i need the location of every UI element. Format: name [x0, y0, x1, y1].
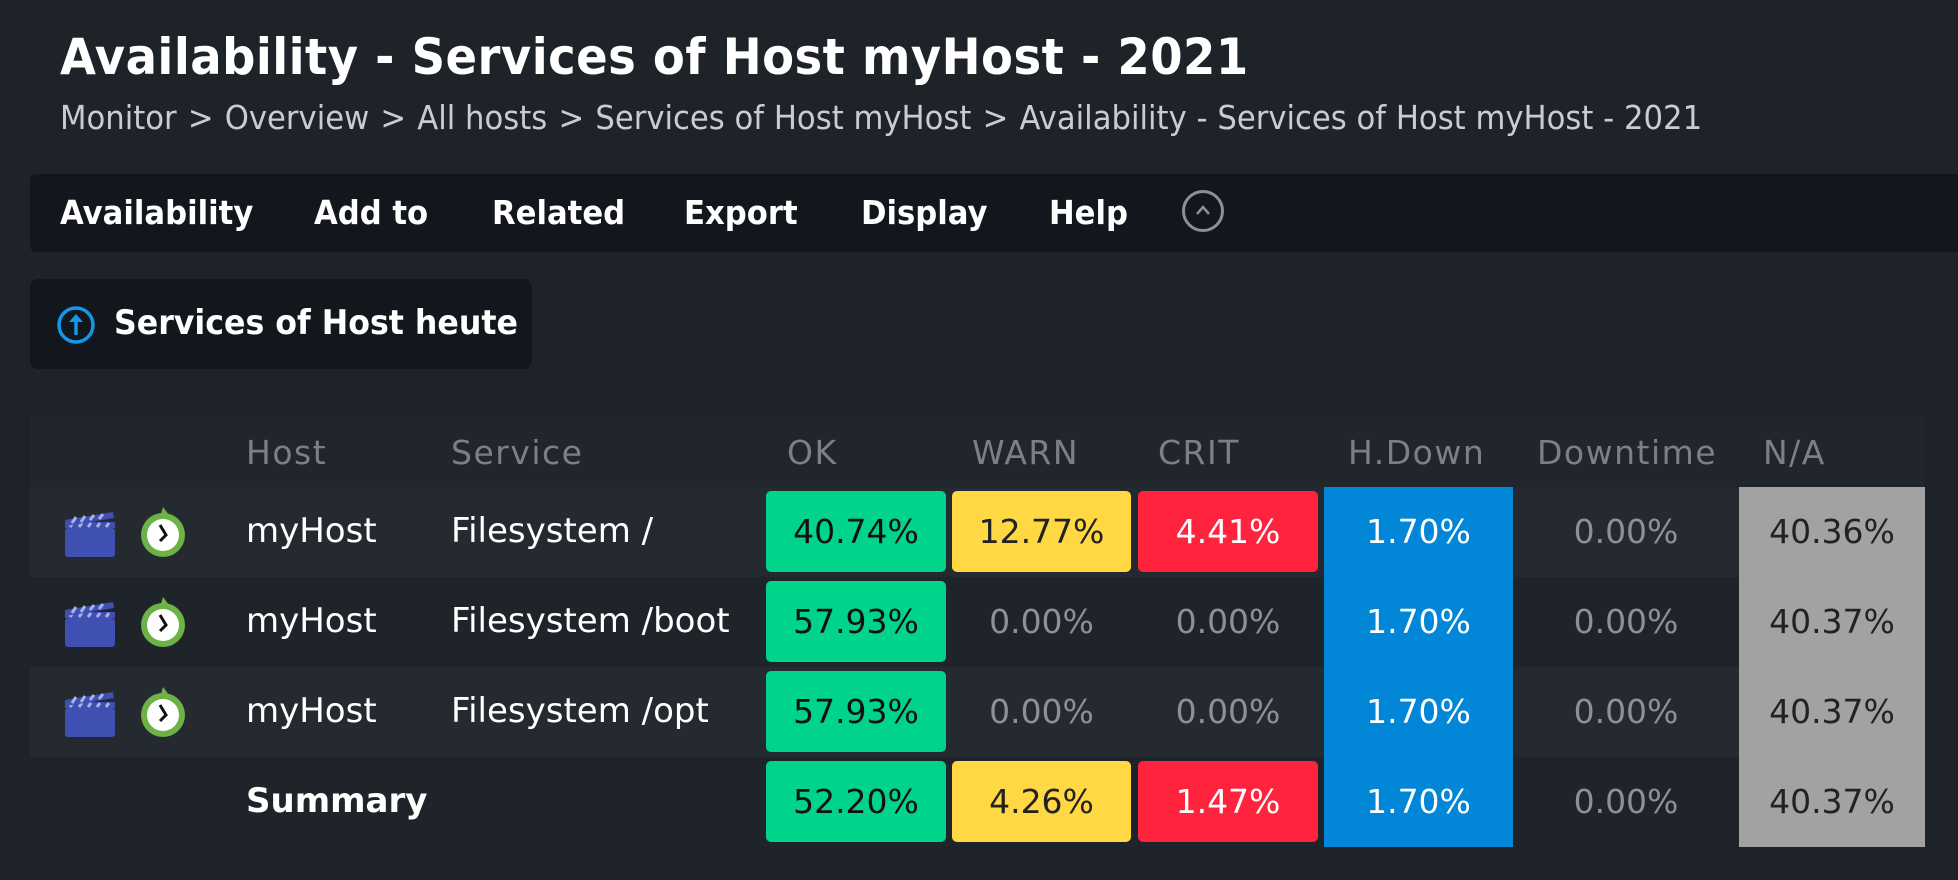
page-menu-bar: Availability Add to Related Export Displ…	[30, 174, 1958, 252]
host-name-link[interactable]: myHost	[246, 511, 377, 551]
services-of-host-today-button[interactable]: Services of Host heute	[30, 279, 532, 369]
chevron-up-icon	[1196, 205, 1210, 215]
timeline-icon[interactable]	[64, 512, 116, 558]
ok-value: 40.74%	[766, 491, 946, 572]
availability-table: Host Service OK WARN CRIT H.Down Downtim…	[30, 415, 1925, 847]
column-header-host-down: H.Down	[1348, 433, 1486, 472]
breadcrumb-overview[interactable]: Overview	[225, 98, 369, 137]
availability-clock-icon[interactable]	[136, 595, 190, 651]
host-down-value: 1.70%	[1324, 667, 1513, 757]
host-down-value: 1.70%	[1324, 487, 1513, 577]
summary-downtime-value: 0.00%	[1573, 782, 1679, 821]
service-name-link[interactable]: Filesystem /	[451, 511, 653, 551]
summary-crit-value: 1.47%	[1138, 761, 1318, 842]
table-row: myHost Filesystem / 40.74% 12.77% 4.41% …	[30, 487, 1925, 577]
column-header-warn: WARN	[972, 433, 1080, 472]
ok-value: 57.93%	[766, 671, 946, 752]
availability-clock-icon[interactable]	[136, 685, 190, 741]
breadcrumb-separator: >	[187, 98, 214, 137]
availability-clock-icon[interactable]	[136, 505, 190, 561]
crit-value: 0.00%	[1175, 692, 1281, 731]
table-row: myHost Filesystem /boot 57.93% 0.00% 0.0…	[30, 577, 1925, 667]
column-header-na: N/A	[1763, 433, 1826, 472]
host-name-link[interactable]: myHost	[246, 601, 377, 641]
na-value: 40.37%	[1739, 667, 1925, 757]
column-header-crit: CRIT	[1158, 433, 1240, 472]
breadcrumb-all-hosts[interactable]: All hosts	[417, 98, 547, 137]
summary-na-value: 40.37%	[1739, 757, 1925, 847]
warn-value: 12.77%	[952, 491, 1131, 572]
service-name-link[interactable]: Filesystem /opt	[451, 691, 709, 731]
menu-export[interactable]: Export	[684, 193, 798, 232]
breadcrumb-separator: >	[558, 98, 585, 137]
services-of-host-today-label: Services of Host heute	[114, 303, 518, 343]
host-name-link[interactable]: myHost	[246, 691, 377, 731]
menu-related[interactable]: Related	[492, 193, 625, 232]
column-header-downtime: Downtime	[1537, 433, 1718, 472]
breadcrumb-monitor[interactable]: Monitor	[60, 98, 177, 137]
downtime-value: 0.00%	[1573, 602, 1679, 641]
timeline-icon[interactable]	[64, 692, 116, 738]
summary-ok-value: 52.20%	[766, 761, 946, 842]
collapse-menu-button[interactable]	[1182, 190, 1224, 232]
na-value: 40.37%	[1739, 577, 1925, 667]
page-title: Availability - Services of Host myHost -…	[60, 28, 1249, 86]
menu-add-to[interactable]: Add to	[314, 193, 428, 232]
breadcrumb-separator: >	[982, 98, 1009, 137]
crit-value: 0.00%	[1175, 602, 1281, 641]
crit-value: 4.41%	[1138, 491, 1318, 572]
column-header-host[interactable]: Host	[246, 433, 327, 472]
host-down-value: 1.70%	[1324, 577, 1513, 667]
downtime-value: 0.00%	[1573, 512, 1679, 551]
summary-row: Summary 52.20% 4.26% 1.47% 1.70% 0.00% 4…	[30, 757, 1925, 847]
column-header-service[interactable]: Service	[451, 433, 583, 472]
summary-label: Summary	[246, 781, 428, 821]
menu-help[interactable]: Help	[1049, 193, 1128, 232]
column-header-ok: OK	[787, 433, 838, 472]
menu-display[interactable]: Display	[861, 193, 988, 232]
warn-value: 0.00%	[989, 602, 1094, 641]
warn-value: 0.00%	[989, 692, 1094, 731]
breadcrumb-services-of-host[interactable]: Services of Host myHost	[595, 98, 971, 137]
breadcrumb-separator: >	[380, 98, 407, 137]
table-row: myHost Filesystem /opt 57.93% 0.00% 0.00…	[30, 667, 1925, 757]
summary-warn-value: 4.26%	[952, 761, 1131, 842]
menu-availability[interactable]: Availability	[60, 193, 253, 232]
arrow-up-circle-icon	[57, 306, 95, 344]
timeline-icon[interactable]	[64, 602, 116, 648]
na-value: 40.36%	[1739, 487, 1925, 577]
breadcrumb: Monitor > Overview > All hosts > Services of H…	[60, 98, 1702, 137]
summary-host-down-value: 1.70%	[1324, 757, 1513, 847]
service-name-link[interactable]: Filesystem /boot	[451, 601, 730, 641]
breadcrumb-current[interactable]: Availability - Services of Host myHost -…	[1019, 98, 1702, 137]
table-header-row: Host Service OK WARN CRIT H.Down Downtim…	[30, 415, 1925, 487]
ok-value: 57.93%	[766, 581, 946, 662]
downtime-value: 0.00%	[1573, 692, 1679, 731]
